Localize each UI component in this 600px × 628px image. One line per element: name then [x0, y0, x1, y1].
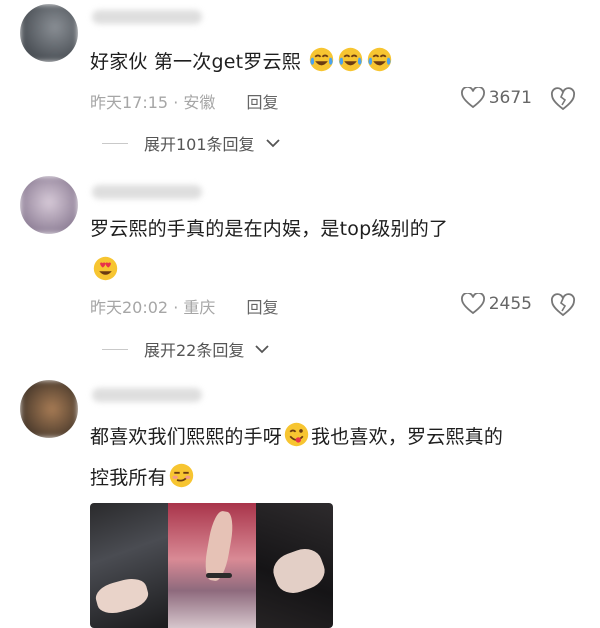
crying-laughing-emoji: [309, 47, 334, 72]
photo-collage[interactable]: [90, 503, 333, 628]
expand-replies-button[interactable]: 展开101条回复: [102, 131, 281, 155]
avatar[interactable]: [20, 176, 78, 234]
separator: ·: [173, 298, 179, 317]
crying-laughing-emoji: [367, 47, 392, 72]
comment-text: 罗云熙的手真的是在内娱，是top级别的了: [90, 218, 449, 240]
expand-replies-label: 展开101条回复: [144, 135, 255, 154]
divider: [102, 142, 128, 144]
heart-icon: [460, 87, 485, 109]
like-button[interactable]: 2455: [460, 293, 532, 315]
username-blurred[interactable]: [92, 185, 202, 199]
separator: ·: [173, 93, 179, 112]
location: 安徽: [183, 93, 216, 112]
chevron-down-icon: [255, 345, 270, 354]
avatar[interactable]: [20, 380, 78, 438]
heart-eyes-emoji: [93, 256, 118, 281]
reply-button[interactable]: 回复: [247, 93, 279, 112]
like-count: 2455: [488, 294, 532, 314]
like-button[interactable]: 3671: [460, 87, 532, 109]
comment-meta: 昨天17:15 · 安徽 回复: [90, 89, 279, 113]
username-blurred[interactable]: [92, 388, 202, 402]
photo-3[interactable]: [256, 503, 333, 628]
comment-text: 好家伙 第一次get罗云熙: [90, 45, 394, 79]
timestamp: 昨天17:15: [90, 93, 169, 112]
smirking-emoji: [169, 463, 194, 488]
photo-2[interactable]: [168, 503, 256, 628]
broken-heart-icon[interactable]: [550, 293, 576, 317]
expand-replies-label: 展开22条回复: [144, 341, 245, 360]
comment-meta: 昨天20:02 · 重庆 回复: [90, 294, 279, 318]
location: 重庆: [183, 298, 216, 317]
expand-replies-button[interactable]: 展开22条回复: [102, 337, 270, 361]
crying-laughing-emoji: [338, 47, 363, 72]
timestamp: 昨天20:02: [90, 298, 169, 317]
broken-heart-icon[interactable]: [550, 87, 576, 111]
divider: [102, 348, 128, 350]
comment-text: 都喜欢我们熙熙的手呀 我也喜欢，罗云熙真的: [90, 420, 503, 454]
photo-1[interactable]: [90, 503, 168, 628]
like-count: 3671: [488, 88, 532, 108]
reply-button[interactable]: 回复: [247, 298, 279, 317]
heart-icon: [460, 293, 485, 315]
winking-tongue-emoji: [284, 422, 309, 447]
avatar[interactable]: [20, 4, 78, 62]
username-blurred[interactable]: [92, 10, 202, 24]
chevron-down-icon: [265, 139, 280, 148]
comment-text-line2: 控我所有: [90, 461, 196, 495]
